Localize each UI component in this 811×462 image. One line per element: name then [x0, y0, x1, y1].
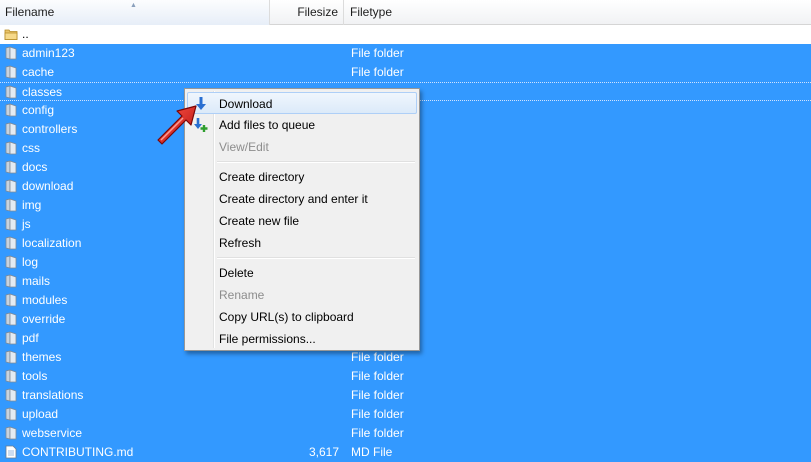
menu-item-download[interactable]: Download — [187, 92, 417, 114]
folder-icon — [4, 198, 18, 212]
menu-separator — [217, 161, 415, 163]
file-row-type: File folder — [351, 407, 404, 421]
folder-icon — [4, 141, 18, 155]
menu-item-refresh[interactable]: Refresh — [187, 232, 417, 254]
file-row[interactable]: upload File folder — [0, 405, 811, 424]
file-row-name: docs — [22, 160, 48, 174]
file-row-name: controllers — [22, 122, 78, 136]
file-row-type: File folder — [351, 388, 404, 402]
file-row[interactable]: .. — [0, 25, 811, 44]
file-row-name: mails — [22, 274, 51, 288]
file-row[interactable]: cache File folder — [0, 63, 811, 82]
menu-item-create-directory-and-enter-it[interactable]: Create directory and enter it — [187, 188, 417, 210]
column-header-filename-label: Filename — [5, 5, 55, 19]
menu-item-label: Add files to queue — [219, 118, 316, 132]
folder-icon — [4, 65, 18, 79]
menu-item-delete[interactable]: Delete — [187, 262, 417, 284]
menu-item-label: Create new file — [219, 214, 300, 228]
folder-icon — [4, 179, 18, 193]
file-row[interactable]: translations File folder — [0, 386, 811, 405]
sort-ascending-icon: ▲ — [130, 2, 137, 9]
file-row-name: css — [22, 141, 40, 155]
context-menu: Download Add files to queue View/Edit Creat… — [184, 88, 420, 351]
file-row-size: 3,617 — [308, 445, 339, 459]
folder-icon — [4, 350, 18, 364]
folder-icon — [4, 217, 18, 231]
menu-item-create-directory[interactable]: Create directory — [187, 166, 417, 188]
file-row[interactable]: admin123 File folder — [0, 44, 811, 63]
menu-item-file-permissions[interactable]: File permissions... — [187, 328, 417, 350]
file-icon — [4, 445, 18, 459]
folder-icon — [4, 160, 18, 174]
menu-item-label: Download — [219, 97, 273, 111]
menu-item-label: Delete — [219, 266, 254, 280]
file-row-name: log — [22, 255, 39, 269]
menu-item-rename: Rename — [187, 284, 417, 306]
column-header-filesize[interactable]: Filesize — [270, 0, 344, 25]
folder-icon — [4, 27, 18, 41]
menu-item-label: File permissions... — [219, 332, 316, 346]
annotation-pointer-arrow-icon — [157, 105, 197, 145]
file-row-name: .. — [22, 27, 29, 41]
menu-item-copy-url-s-to-clipboard[interactable]: Copy URL(s) to clipboard — [187, 306, 417, 328]
menu-item-label: Rename — [219, 288, 265, 302]
folder-icon — [4, 388, 18, 402]
column-header-filename[interactable]: Filename ▲ — [0, 0, 270, 25]
file-row-name: js — [22, 217, 31, 231]
menu-item-label: Create directory and enter it — [219, 192, 368, 206]
file-row-name: pdf — [22, 331, 39, 345]
folder-icon — [4, 255, 18, 269]
folder-icon — [4, 369, 18, 383]
menu-item-create-new-file[interactable]: Create new file — [187, 210, 417, 232]
column-header-filetype-label: Filetype — [350, 5, 393, 19]
file-list-header: Filename ▲ Filesize Filetype — [0, 0, 811, 25]
menu-item-add-files-to-queue[interactable]: Add files to queue — [187, 114, 417, 136]
file-row-name: download — [22, 179, 74, 193]
file-row-type: File folder — [351, 426, 404, 440]
file-row-name: upload — [22, 407, 59, 421]
file-row[interactable]: tools File folder — [0, 367, 811, 386]
folder-icon — [4, 407, 18, 421]
file-row-name: webservice — [22, 426, 83, 440]
menu-item-label: View/Edit — [219, 140, 269, 154]
file-row-type: MD File — [351, 445, 393, 459]
file-row-name: localization — [22, 236, 82, 250]
file-row-name: classes — [22, 85, 63, 99]
folder-icon — [4, 312, 18, 326]
file-row-name: CONTRIBUTING.md — [22, 445, 134, 459]
file-row-name: config — [22, 103, 55, 117]
file-row-name: cache — [22, 65, 55, 79]
folder-icon — [4, 293, 18, 307]
folder-icon — [4, 236, 18, 250]
file-row-name: img — [22, 198, 42, 212]
file-row-type: File folder — [351, 65, 404, 79]
folder-icon — [4, 331, 18, 345]
file-row-name: tools — [22, 369, 48, 383]
column-header-filetype[interactable]: Filetype — [344, 0, 811, 25]
file-row[interactable]: CONTRIBUTING.md 3,617 MD File — [0, 443, 811, 462]
file-row-name: admin123 — [22, 46, 75, 60]
column-header-filesize-label: Filesize — [297, 5, 338, 19]
menu-item-view-edit: View/Edit — [187, 136, 417, 158]
menu-item-label: Create directory — [219, 170, 305, 184]
file-row-name: themes — [22, 350, 62, 364]
folder-icon — [4, 426, 18, 440]
folder-icon — [4, 274, 18, 288]
file-row-type: File folder — [351, 369, 404, 383]
menu-item-label: Copy URL(s) to clipboard — [219, 310, 354, 324]
menu-separator — [217, 257, 415, 259]
folder-icon — [4, 46, 18, 60]
file-row[interactable]: webservice File folder — [0, 424, 811, 443]
file-row-type: File folder — [351, 46, 404, 60]
folder-icon — [4, 103, 18, 117]
file-row-name: translations — [22, 388, 84, 402]
file-row-name: modules — [22, 293, 68, 307]
file-row-name: override — [22, 312, 66, 326]
folder-icon — [4, 85, 18, 99]
menu-item-label: Refresh — [219, 236, 262, 250]
folder-icon — [4, 122, 18, 136]
